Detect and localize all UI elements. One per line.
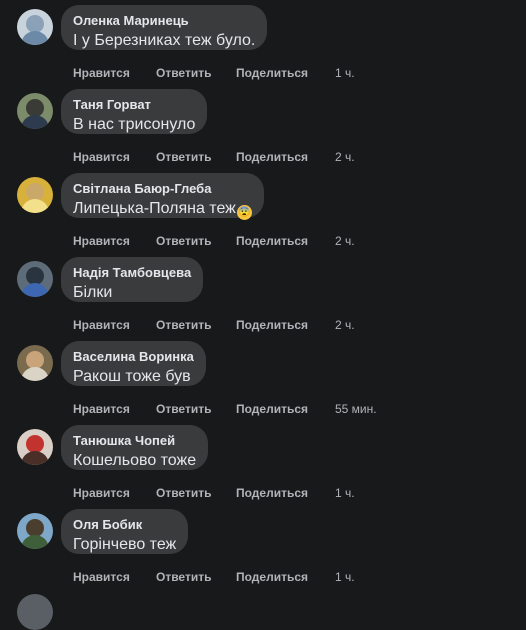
comment-author[interactable]: Таня Горват <box>73 97 195 113</box>
comment-text-content: Липецька-Поляна теж <box>73 200 236 217</box>
comment-text: Ракош тоже був <box>73 367 194 387</box>
comment: Васелина Воринка Ракош тоже був Нравится… <box>0 336 526 420</box>
comment-timestamp[interactable]: 2 ч. <box>335 317 355 333</box>
share-button[interactable]: Поделиться <box>236 401 308 417</box>
comment: Таня Горват В нас трисонуло Нравится Отв… <box>0 84 526 168</box>
like-button[interactable]: Нравится <box>73 65 130 81</box>
comment-text-content: Горінчево теж <box>73 536 177 553</box>
comment-text: Білки <box>73 283 191 303</box>
comment-text: Горінчево теж <box>73 535 176 555</box>
comment: Надія Тамбовцева Білки Нравится Ответить… <box>0 252 526 336</box>
avatar[interactable] <box>17 177 53 213</box>
comment-timestamp[interactable]: 2 ч. <box>335 149 355 165</box>
comment-text-content: Кошельово тоже <box>73 452 197 469</box>
avatar[interactable] <box>17 93 53 129</box>
comment-author[interactable]: Танюшка Чопей <box>73 433 196 449</box>
reply-button[interactable]: Ответить <box>156 401 211 417</box>
comment-bubble: Таня Горват В нас трисонуло <box>61 89 208 135</box>
share-button[interactable]: Поделиться <box>236 569 308 585</box>
comment-bubble: Васелина Воринка Ракош тоже був <box>61 341 206 386</box>
comment-bubble: Танюшка Чопей Кошельово тоже <box>61 425 209 471</box>
comment-author[interactable]: Оля Бобик <box>73 517 176 533</box>
comment-timestamp[interactable]: 1 ч. <box>335 65 355 81</box>
comment-text-content: І у Березниках теж було. <box>73 32 256 49</box>
like-button[interactable]: Нравится <box>73 401 130 417</box>
share-button[interactable]: Поделиться <box>236 65 308 81</box>
share-button[interactable]: Поделиться <box>236 233 308 249</box>
comment-author[interactable]: Васелина Воринка <box>73 349 194 365</box>
share-button[interactable]: Поделиться <box>236 317 308 333</box>
avatar[interactable] <box>17 9 53 45</box>
like-button[interactable]: Нравится <box>73 233 130 249</box>
share-button[interactable]: Поделиться <box>236 149 308 165</box>
like-button[interactable]: Нравится <box>73 569 130 585</box>
comment-timestamp[interactable]: 1 ч. <box>335 485 355 501</box>
reply-button[interactable]: Ответить <box>156 569 211 585</box>
reply-button[interactable]: Ответить <box>156 149 211 165</box>
comment: Світлана Баюр-Глеба Липецька-Поляна теж 😨… <box>0 168 526 252</box>
like-button[interactable]: Нравится <box>73 149 130 165</box>
avatar[interactable] <box>17 261 53 297</box>
comment-author[interactable]: Оленка Маринець <box>73 13 255 29</box>
comment-author[interactable]: Світлана Баюр-Глеба <box>73 181 252 197</box>
comment-text: В нас трисонуло <box>73 115 195 135</box>
comment-bubble: Надія Тамбовцева Білки <box>61 257 204 303</box>
comment-text: Липецька-Поляна теж 😨 <box>73 199 252 220</box>
comment-author[interactable]: Надія Тамбовцева <box>73 265 191 281</box>
avatar[interactable] <box>17 429 53 465</box>
reply-button[interactable]: Ответить <box>156 317 211 333</box>
comment-timestamp[interactable]: 2 ч. <box>335 233 355 249</box>
comment-timestamp[interactable]: 55 мин. <box>335 401 377 417</box>
avatar[interactable] <box>17 513 53 549</box>
share-button[interactable]: Поделиться <box>236 485 308 501</box>
like-button[interactable]: Нравится <box>73 485 130 501</box>
comment-timestamp[interactable]: 1 ч. <box>335 569 355 585</box>
comment-text: Кошельово тоже <box>73 451 196 471</box>
comment-text-content: Білки <box>73 284 113 301</box>
reply-button[interactable]: Ответить <box>156 233 211 249</box>
comment-text-content: Ракош тоже був <box>73 368 191 385</box>
comment: Танюшка Чопей Кошельово тоже Нравится От… <box>0 420 526 504</box>
comment-text-content: В нас трисонуло <box>73 116 196 133</box>
comment-bubble: Світлана Баюр-Глеба Липецька-Поляна теж 😨 <box>61 173 264 220</box>
comment-bubble: Оля Бобик Горінчево теж <box>61 509 189 555</box>
comment: Оленка Маринець І у Березниках теж було.… <box>0 0 526 84</box>
fearful-face-emoji-icon: 😨 <box>236 205 252 220</box>
comment-text: І у Березниках теж було. <box>73 31 255 51</box>
reply-button[interactable]: Ответить <box>156 65 211 81</box>
avatar[interactable] <box>17 345 53 381</box>
avatar[interactable] <box>17 594 53 630</box>
reply-button[interactable]: Ответить <box>156 485 211 501</box>
comment: Оля Бобик Горінчево теж Нравится Ответит… <box>0 504 526 588</box>
comment-bubble: Оленка Маринець І у Березниках теж було. <box>61 5 268 51</box>
like-button[interactable]: Нравится <box>73 317 130 333</box>
